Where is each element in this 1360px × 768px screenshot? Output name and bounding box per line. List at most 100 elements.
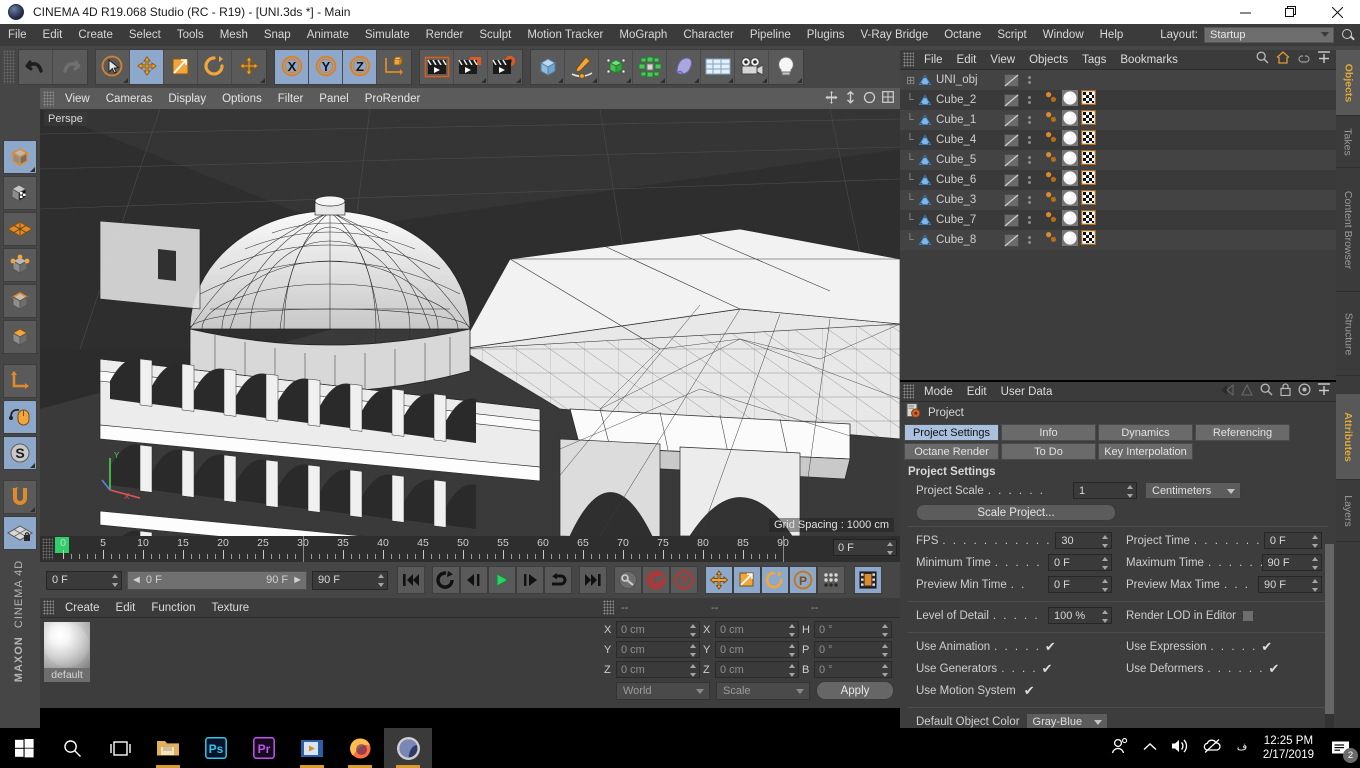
move-button[interactable] (130, 50, 164, 84)
visibility-toggle[interactable] (1000, 233, 1022, 247)
project-time-field[interactable]: 0 F (1263, 532, 1322, 549)
object-name-cell[interactable]: └ Cube_4 (900, 134, 1000, 146)
viewport-menu-view[interactable]: View (57, 88, 98, 109)
menu-item-pipeline[interactable]: Pipeline (742, 24, 799, 46)
spinner-icon[interactable] (689, 624, 697, 637)
points-mode-button[interactable] (3, 248, 37, 282)
object-row-cube_5[interactable]: └ Cube_5 (900, 149, 1336, 171)
render-view-button[interactable] (420, 50, 454, 84)
coord-rot-p-field[interactable]: 0 ° (814, 641, 892, 658)
timeline-frame-field[interactable]: 0 F (833, 539, 897, 556)
menu-item-select[interactable]: Select (121, 24, 169, 46)
go-to-start-button[interactable] (397, 566, 425, 594)
scene-button[interactable] (701, 50, 735, 84)
redo-button[interactable] (53, 50, 87, 84)
material-menu-texture[interactable]: Texture (203, 598, 257, 618)
attribute-menu-mode[interactable]: Mode (917, 382, 960, 402)
object-menu-tags[interactable]: Tags (1075, 50, 1113, 70)
menu-item-snap[interactable]: Snap (256, 24, 299, 46)
coordinate-system-dropdown[interactable]: World (616, 681, 710, 700)
object-row-cube_8[interactable]: └ Cube_8 (900, 229, 1336, 251)
viewport-menu-options[interactable]: Options (214, 88, 270, 109)
use-motion-system-checkbox[interactable]: ✔ (1024, 684, 1035, 697)
material-tag-icon[interactable] (1062, 189, 1078, 211)
add-spline-button[interactable] (565, 50, 599, 84)
object-menu-objects[interactable]: Objects (1022, 50, 1075, 70)
pan-icon[interactable] (825, 90, 838, 107)
use-deformers-checkbox[interactable]: ✔ (1268, 662, 1279, 675)
coord-rot-h-field[interactable]: 0 ° (814, 621, 892, 638)
level-of-detail-field[interactable]: 100 % (1048, 607, 1112, 624)
object-name-cell[interactable]: ⊞ UNI_obj (900, 74, 1000, 87)
attribute-scrollbar-thumb[interactable] (1325, 544, 1334, 714)
object-row-cube_1[interactable]: └ Cube_1 (900, 109, 1336, 130)
object-name-cell[interactable]: └ Cube_5 (900, 154, 1000, 166)
phong-tag-icon[interactable] (1044, 170, 1059, 190)
maximum-time-field[interactable]: 90 F (1261, 554, 1322, 571)
object-manager-grip[interactable] (903, 52, 914, 67)
zoom-icon[interactable] (844, 90, 857, 107)
current-frame-field[interactable]: 0 F (46, 570, 122, 590)
menu-item-simulate[interactable]: Simulate (357, 24, 418, 46)
target-icon[interactable] (1298, 382, 1311, 401)
coordinate-mode-dropdown[interactable]: Scale (716, 681, 810, 700)
edges-mode-button[interactable] (3, 284, 37, 318)
menu-item-file[interactable]: File (0, 24, 35, 46)
phong-tag-icon[interactable] (1044, 90, 1059, 110)
material-tag-icon[interactable] (1062, 229, 1078, 251)
attribute-tab-dynamics[interactable]: Dynamics (1098, 424, 1193, 441)
material-menu-edit[interactable]: Edit (108, 598, 144, 618)
step-back-button[interactable] (460, 566, 488, 594)
spinner-icon[interactable] (886, 542, 894, 555)
viewport-menu-panel[interactable]: Panel (311, 88, 356, 109)
spinner-icon[interactable] (689, 644, 697, 657)
timeline-button[interactable] (854, 566, 882, 594)
phong-tag-icon[interactable] (1044, 190, 1059, 210)
right-tab-takes[interactable]: Takes (1336, 116, 1360, 168)
play-reverse-loop-button[interactable] (432, 566, 460, 594)
visibility-toggle[interactable] (1000, 193, 1022, 207)
lock-icon[interactable] (1280, 382, 1291, 401)
loop-button[interactable] (544, 566, 572, 594)
viewport-grip[interactable] (43, 90, 54, 107)
object-row-cube_6[interactable]: └ Cube_6 (900, 169, 1336, 190)
param-key-button[interactable]: P (789, 566, 817, 594)
material-tag-icon[interactable] (1062, 149, 1078, 171)
visibility-dots[interactable] (1022, 236, 1036, 244)
texture-mode-button[interactable] (3, 176, 37, 210)
visibility-toggle[interactable] (1000, 153, 1022, 167)
visibility-toggle[interactable] (1000, 213, 1022, 227)
object-name-cell[interactable]: └ Cube_8 (900, 234, 1000, 246)
scale-project-button[interactable]: Scale Project... (916, 504, 1116, 521)
viewport-menu-prorender[interactable]: ProRender (357, 88, 429, 109)
right-tab-structure[interactable]: Structure (1336, 292, 1360, 376)
search-button[interactable] (48, 728, 96, 768)
menu-item-sculpt[interactable]: Sculpt (471, 24, 519, 46)
coord-size-x-field[interactable]: 0 cm (715, 621, 799, 638)
object-row-cube_3[interactable]: └ Cube_3 (900, 189, 1336, 211)
layout-dropdown[interactable]: Startup (1204, 27, 1334, 43)
show-hidden-icons-icon[interactable] (1143, 739, 1157, 757)
phong-tag-icon[interactable] (1044, 150, 1059, 170)
deformers-button[interactable] (667, 50, 701, 84)
menu-item-script[interactable]: Script (989, 24, 1034, 46)
menu-item-octane[interactable]: Octane (936, 24, 989, 46)
preview-max-time-field[interactable]: 90 F (1258, 576, 1322, 593)
onedrive-icon[interactable] (1203, 738, 1221, 759)
object-name-cell[interactable]: └ Cube_2 (900, 94, 1000, 106)
volume-icon[interactable] (1171, 738, 1189, 759)
lock-y-button[interactable]: Y (309, 50, 343, 84)
material-menu-create[interactable]: Create (57, 598, 108, 618)
lock-z-button[interactable]: Z (343, 50, 377, 84)
material-tag-icon[interactable] (1062, 89, 1078, 111)
file-explorer-button[interactable] (144, 728, 192, 768)
menu-item-window[interactable]: Window (1035, 24, 1092, 46)
camera-button[interactable] (735, 50, 769, 84)
spinner-icon[interactable] (689, 664, 697, 677)
maximize-view-icon[interactable] (882, 91, 894, 106)
maximize-button[interactable] (1268, 0, 1314, 24)
menu-item-animate[interactable]: Animate (299, 24, 357, 46)
menu-item-character[interactable]: Character (675, 24, 742, 46)
visibility-dots[interactable] (1022, 96, 1036, 104)
object-menu-bookmarks[interactable]: Bookmarks (1113, 50, 1185, 70)
